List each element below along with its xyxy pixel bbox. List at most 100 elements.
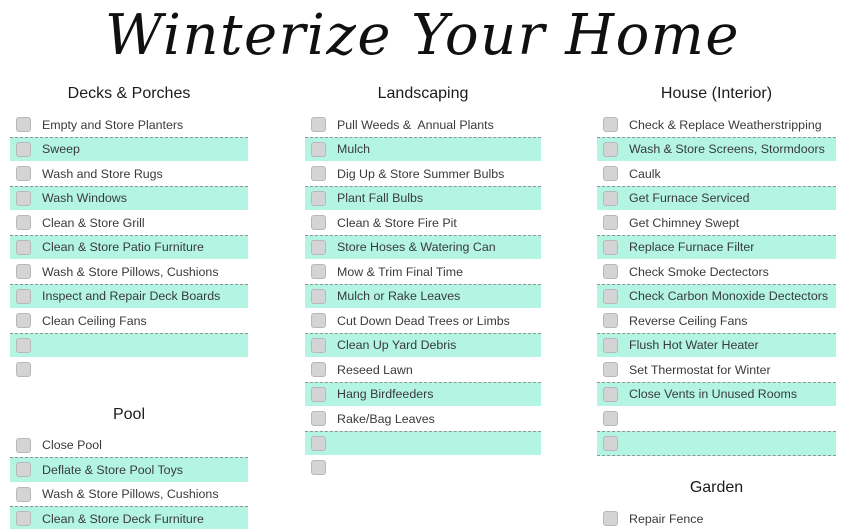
checklist-item-label: Clean Up Yard Debris xyxy=(337,338,457,353)
checklist-row[interactable]: Store Hoses & Watering Can xyxy=(305,234,541,260)
checklist-row[interactable]: Inspect and Repair Deck Boards xyxy=(10,283,248,309)
checklist-row[interactable] xyxy=(597,430,836,456)
checklist-item-label: Wash Windows xyxy=(42,191,127,206)
checkbox-icon[interactable] xyxy=(603,313,618,329)
checkbox-icon[interactable] xyxy=(311,435,326,451)
checklist-row[interactable]: Cut Down Dead Trees or Limbs xyxy=(305,308,541,334)
checklist-row[interactable]: Wash Windows xyxy=(10,185,248,211)
checkbox-icon[interactable] xyxy=(311,386,326,402)
checkbox-icon[interactable] xyxy=(16,437,31,453)
checkbox-icon[interactable] xyxy=(311,460,326,476)
checklist-row[interactable]: Flush Hot Water Heater xyxy=(597,332,836,358)
checklist-row[interactable]: Mulch or Rake Leaves xyxy=(305,283,541,309)
checklist-row[interactable]: Check Carbon Monoxide Dectectors xyxy=(597,283,836,309)
checkbox-icon[interactable] xyxy=(311,166,326,182)
checklist-item-label: Reverse Ceiling Fans xyxy=(629,313,748,328)
checkbox-icon[interactable] xyxy=(311,362,326,378)
checkbox-icon[interactable] xyxy=(16,362,31,378)
checkbox-icon[interactable] xyxy=(603,264,618,280)
checkbox-icon[interactable] xyxy=(16,337,31,353)
checkbox-icon[interactable] xyxy=(603,215,618,231)
checklist-row[interactable]: Clean & Store Fire Pit xyxy=(305,210,541,236)
checklist-row[interactable]: Check Smoke Dectectors xyxy=(597,259,836,285)
checkbox-icon[interactable] xyxy=(16,117,31,133)
checkbox-icon[interactable] xyxy=(311,337,326,353)
checklist-row[interactable]: Dig Up & Store Summer Bulbs xyxy=(305,161,541,187)
checklist-row[interactable]: Clean Up Yard Debris xyxy=(305,332,541,358)
checklist-item-label: Clean & Store Deck Furniture xyxy=(42,511,204,526)
checklist-row[interactable]: Set Thermostat for Winter xyxy=(597,357,836,383)
checkbox-icon[interactable] xyxy=(311,215,326,231)
checklist-item-label: Mulch or Rake Leaves xyxy=(337,289,461,304)
checklist-row[interactable]: Repair Fence xyxy=(597,506,836,529)
checklist-item-label: Close Vents in Unused Rooms xyxy=(629,387,798,402)
checkbox-icon[interactable] xyxy=(603,141,618,157)
checklist-row[interactable]: Clean & Store Patio Furniture xyxy=(10,234,248,260)
checklist-row[interactable] xyxy=(10,357,248,383)
checklist-row[interactable] xyxy=(305,455,541,481)
checkbox-icon[interactable] xyxy=(311,239,326,255)
checklist-row[interactable]: Wash & Store Pillows, Cushions xyxy=(10,259,248,285)
checkbox-icon[interactable] xyxy=(603,190,618,206)
checkbox-icon[interactable] xyxy=(16,239,31,255)
checklist-row[interactable]: Caulk xyxy=(597,161,836,187)
checklist-row[interactable]: Wash & Store Pillows, Cushions xyxy=(10,481,248,507)
checkbox-icon[interactable] xyxy=(603,288,618,304)
checklist-row[interactable]: Pull Weeds & Annual Plants xyxy=(305,112,541,138)
checklist-row[interactable]: Wash & Store Screens, Stormdoors xyxy=(597,136,836,162)
column-center: Landscaping Pull Weeds & Annual Plants Mul… xyxy=(305,84,541,481)
checkbox-icon[interactable] xyxy=(311,313,326,329)
checklist-row[interactable]: Close Vents in Unused Rooms xyxy=(597,381,836,407)
checkbox-icon[interactable] xyxy=(16,462,31,478)
checkbox-icon[interactable] xyxy=(603,166,618,182)
checkbox-icon[interactable] xyxy=(603,239,618,255)
checkbox-icon[interactable] xyxy=(603,337,618,353)
checklist-row[interactable]: Mulch xyxy=(305,136,541,162)
checklist-row[interactable]: Sweep xyxy=(10,136,248,162)
checkbox-icon[interactable] xyxy=(603,511,618,527)
checklist-row[interactable]: Replace Furnace Filter xyxy=(597,234,836,260)
checklist-row[interactable]: Get Chimney Swept xyxy=(597,210,836,236)
section-header-decks-and-porches: Decks & Porches xyxy=(67,85,191,102)
checklist-row[interactable]: Reseed Lawn xyxy=(305,357,541,383)
checklist-row[interactable]: Deflate & Store Pool Toys xyxy=(10,457,248,483)
checkbox-icon[interactable] xyxy=(16,141,31,157)
checkbox-icon[interactable] xyxy=(603,411,618,427)
checklist-row[interactable]: Empty and Store Planters xyxy=(10,112,248,138)
checkbox-icon[interactable] xyxy=(311,288,326,304)
checklist-row[interactable]: Clean & Store Grill xyxy=(10,210,248,236)
checkbox-icon[interactable] xyxy=(16,264,31,280)
checklist-item-label: Repair Fence xyxy=(629,511,704,526)
checklist-row[interactable]: Clean & Store Deck Furniture xyxy=(10,506,248,529)
checklist-row[interactable]: Wash and Store Rugs xyxy=(10,161,248,187)
checklist-row[interactable]: Close Pool xyxy=(10,432,248,458)
checkbox-icon[interactable] xyxy=(603,386,618,402)
checkbox-icon[interactable] xyxy=(311,411,326,427)
checkbox-icon[interactable] xyxy=(311,117,326,133)
checkbox-icon[interactable] xyxy=(311,190,326,206)
checklist-row[interactable]: Plant Fall Bulbs xyxy=(305,185,541,211)
checklist-row[interactable]: Clean Ceiling Fans xyxy=(10,308,248,334)
checklist-row[interactable]: Hang Birdfeeders xyxy=(305,381,541,407)
checkbox-icon[interactable] xyxy=(16,511,31,527)
checkbox-icon[interactable] xyxy=(311,141,326,157)
checkbox-icon[interactable] xyxy=(603,117,618,133)
checklist-row[interactable]: Check & Replace Weatherstripping xyxy=(597,112,836,138)
section-header-landscaping: Landscaping xyxy=(377,85,469,102)
checkbox-icon[interactable] xyxy=(311,264,326,280)
checklist-row[interactable] xyxy=(10,332,248,358)
checklist-row[interactable]: Get Furnace Serviced xyxy=(597,185,836,211)
checklist-row[interactable] xyxy=(305,430,541,456)
checkbox-icon[interactable] xyxy=(603,362,618,378)
checkbox-icon[interactable] xyxy=(16,486,31,502)
checkbox-icon[interactable] xyxy=(16,288,31,304)
checkbox-icon[interactable] xyxy=(603,435,618,451)
checklist-row[interactable]: Mow & Trim Final Time xyxy=(305,259,541,285)
checkbox-icon[interactable] xyxy=(16,190,31,206)
checkbox-icon[interactable] xyxy=(16,166,31,182)
checklist-row[interactable] xyxy=(597,406,836,432)
checkbox-icon[interactable] xyxy=(16,313,31,329)
checklist-row[interactable]: Reverse Ceiling Fans xyxy=(597,308,836,334)
checkbox-icon[interactable] xyxy=(16,215,31,231)
checklist-row[interactable]: Rake/Bag Leaves xyxy=(305,406,541,432)
